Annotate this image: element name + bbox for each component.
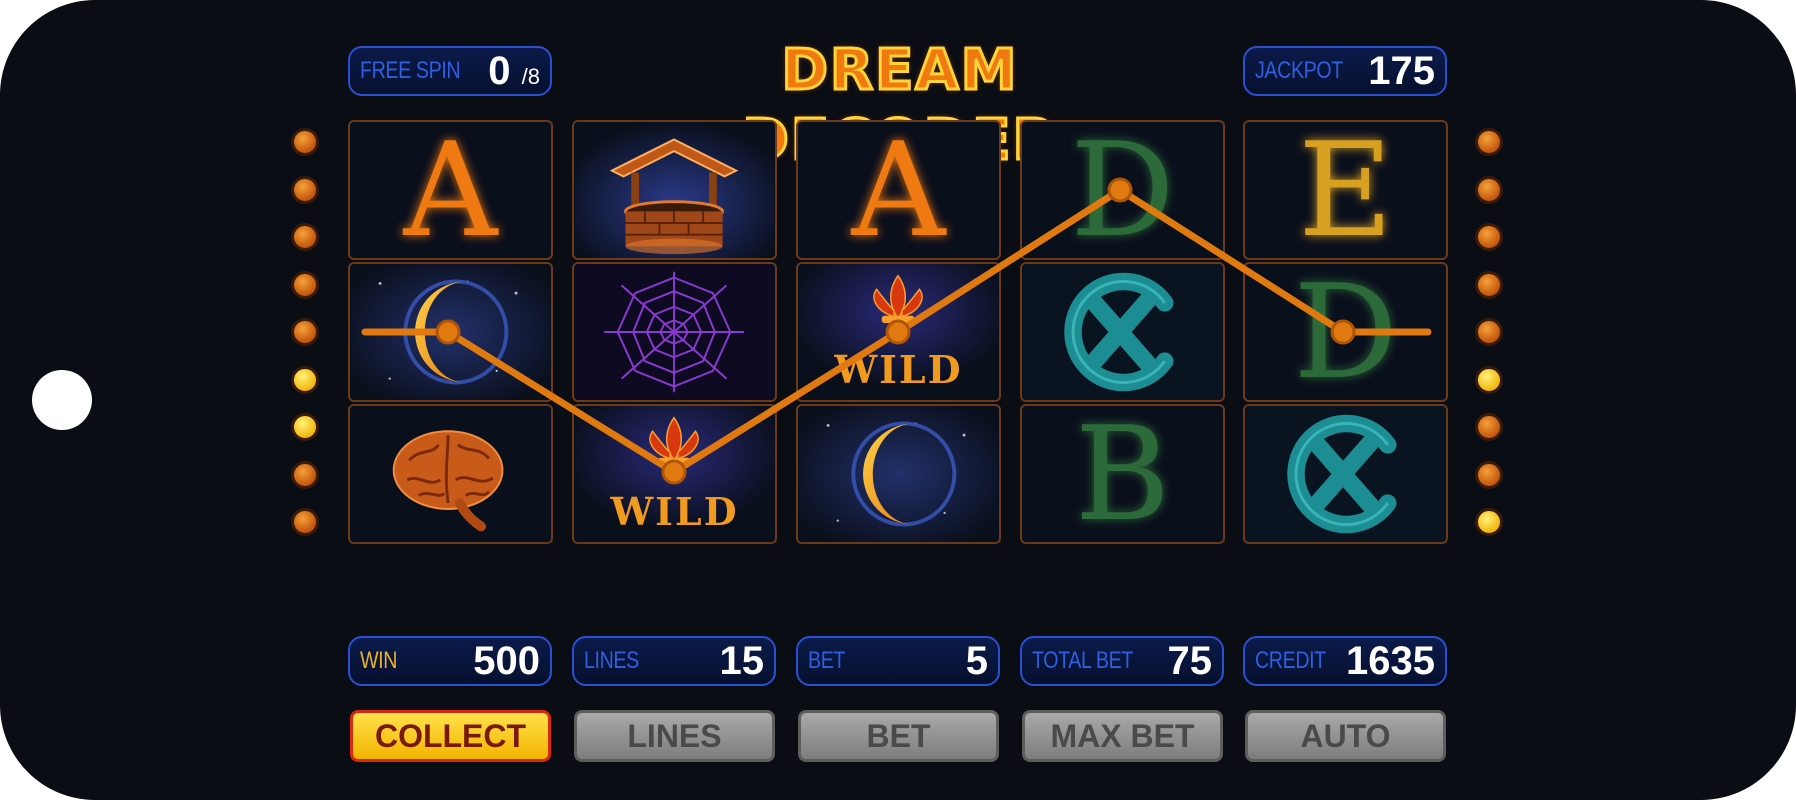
line-indicator-dot (1475, 413, 1503, 441)
reel-cell (1020, 262, 1225, 402)
reel-cell: B (1020, 404, 1225, 544)
line-indicator-dot (1475, 460, 1503, 489)
reel-cell: D (1020, 120, 1225, 260)
reel-cell (348, 404, 553, 544)
lines-button[interactable]: LINES (574, 710, 775, 762)
line-indicator-dot (291, 365, 319, 394)
wild-label: WILD (610, 489, 739, 534)
line-indicator-dot (1475, 223, 1503, 251)
line-indicator-dot (1475, 175, 1503, 204)
line-indicator-dot (291, 460, 319, 489)
reel-cell (572, 120, 777, 260)
free-spin-value: 0 /8 (488, 49, 540, 93)
jackpot-panel: JACKPOT 175 (1243, 46, 1447, 96)
line-indicator-dot (291, 508, 319, 536)
collect-button[interactable]: COLLECT (350, 710, 551, 762)
total-bet-value: 75 (1167, 639, 1213, 683)
reel-cell (1243, 404, 1448, 544)
free-spin-panel: FREE SPIN 0 /8 (348, 46, 552, 96)
symbol-letter: D (1070, 120, 1175, 260)
reel-cell: WILD (796, 262, 1001, 402)
max-bet-button[interactable]: MAX BET (1022, 710, 1223, 762)
reel-cell (572, 262, 777, 402)
line-indicator-dot (291, 318, 319, 346)
bet-button[interactable]: BET (798, 710, 999, 762)
lines-panel: LINES 15 (572, 636, 776, 686)
win-panel: WIN 500 (348, 636, 552, 686)
line-indicator-dot (1475, 508, 1503, 536)
credit-value: 1635 (1346, 639, 1435, 683)
credit-label: CREDIT (1255, 647, 1326, 674)
line-indicator-dot (1475, 270, 1503, 299)
spiderweb-icon (574, 264, 775, 400)
reel-cell: A (348, 120, 553, 260)
reel-cell: E (1243, 120, 1448, 260)
jackpot-value: 175 (1368, 49, 1435, 93)
reel-cell (348, 262, 553, 402)
brain-icon (350, 406, 551, 542)
symbol-letter: D (1293, 262, 1398, 402)
symbol-letter: E (1298, 120, 1393, 260)
credit-panel: CREDIT 1635 (1243, 636, 1447, 686)
crossed-circle-icon (1022, 264, 1223, 400)
symbol-letter: A (403, 120, 498, 260)
game-title: DREAM DECODER (741, 37, 1057, 175)
jackpot-label: JACKPOT (1255, 57, 1343, 84)
moon-icon (350, 264, 551, 400)
line-indicator-dot (1475, 365, 1503, 394)
bet-value: 5 (965, 639, 988, 683)
symbol-letter: B (1074, 404, 1171, 544)
line-indicator-dot (291, 223, 319, 251)
bet-label: BET (808, 647, 846, 674)
camera-notch (32, 370, 92, 430)
reel-cell (796, 404, 1001, 544)
lines-value: 15 (719, 639, 765, 683)
total-bet-panel: TOTAL BET 75 (1020, 636, 1224, 686)
well-icon (574, 122, 775, 258)
total-bet-label: TOTAL BET (1032, 647, 1133, 674)
wild-label: WILD (834, 347, 963, 392)
line-indicator-dot (1475, 318, 1503, 346)
auto-button[interactable]: AUTO (1245, 710, 1446, 762)
free-spin-label: FREE SPIN (360, 57, 461, 84)
reel-cell: D (1243, 262, 1448, 402)
line-indicator-dot (291, 175, 319, 204)
moon-icon (798, 406, 999, 542)
reel-cell: WILD (572, 404, 777, 544)
lines-label: LINES (584, 647, 639, 674)
line-indicator-dot (291, 270, 319, 299)
line-indicator-dot (291, 413, 319, 441)
crossed-circle-icon (1245, 406, 1446, 542)
bet-panel: BET 5 (796, 636, 1000, 686)
reel-cell: A (796, 120, 1001, 260)
line-indicator-dot (1475, 128, 1503, 156)
win-value: 500 (473, 639, 540, 683)
line-indicator-dot (291, 128, 319, 156)
win-label: WIN (360, 647, 398, 674)
symbol-letter: A (851, 120, 946, 260)
game-screen: DREAM DECODER FREE SPIN 0 /8 JACKPOT 175… (0, 0, 1796, 800)
